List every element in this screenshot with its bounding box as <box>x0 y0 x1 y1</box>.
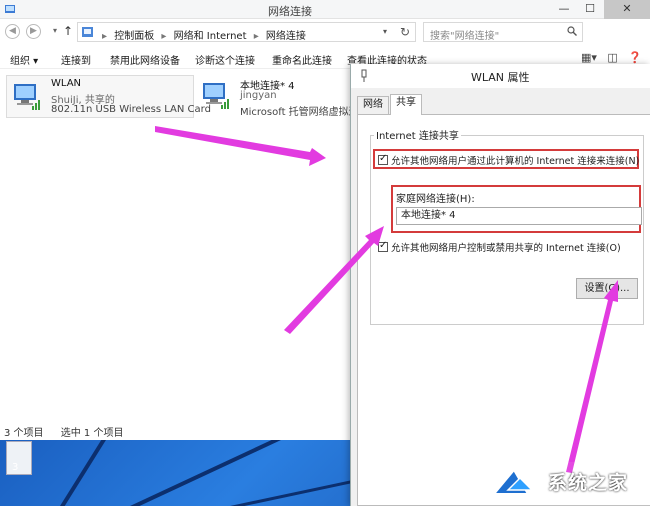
breadcrumb-separator: ▸ <box>253 31 259 42</box>
maximize-button[interactable]: ☐ <box>578 0 602 19</box>
window-title: 网络连接 <box>268 5 312 18</box>
wlan-properties-dialog: WLAN 属性 网络 共享 Internet 连接共享 允许其他网络用户通过此计… <box>350 64 650 506</box>
forward-icon[interactable]: ▶ <box>26 24 41 39</box>
dialog-title: WLAN 属性 <box>471 71 530 84</box>
allow-control-label: 允许其他网络用户控制或禁用共享的 Internet 连接(O) <box>391 243 621 254</box>
organize-menu[interactable]: 组织 ▾ <box>10 52 38 67</box>
refresh-icon[interactable]: ↻ <box>400 25 410 39</box>
wallpaper-stroke <box>60 440 159 506</box>
rename-button[interactable]: 重命名此连接 <box>272 52 332 67</box>
tab-network[interactable]: 网络 <box>357 96 389 114</box>
connection-device: 802.11n USB Wireless LAN Card <box>51 104 211 115</box>
item-count: 3 个项目 <box>4 428 44 439</box>
wallpaper-stroke <box>130 440 332 506</box>
diagnose-button[interactable]: 诊断这个连接 <box>195 52 255 67</box>
pin-icon <box>361 69 367 82</box>
wireless-adapter-icon <box>203 83 229 109</box>
connection-tile-local-4[interactable]: 本地连接* 4 jingyan Microsoft 托管网络虚拟适 <box>196 75 356 118</box>
home-network-select[interactable]: 本地连接* 4 <box>396 207 642 225</box>
view-options-icon[interactable]: ▦▾ <box>581 51 597 64</box>
status-bar: 3 个项目 选中 1 个项目 <box>4 424 137 439</box>
back-icon[interactable]: ◀ <box>5 24 20 39</box>
settings-button[interactable]: 设置(G)... <box>576 278 638 299</box>
address-dropdown-icon[interactable]: ▾ <box>383 27 387 36</box>
allow-share-checkbox[interactable]: 允许其他网络用户通过此计算机的 Internet 连接来连接(N) <box>378 153 639 167</box>
checkbox-checked-icon[interactable] <box>378 240 388 252</box>
recent-locations-chevron-icon[interactable]: ▾ <box>53 26 57 35</box>
search-placeholder: 搜索"网络连接" <box>430 31 500 42</box>
tab-sharing[interactable]: 共享 <box>390 94 422 115</box>
connect-to-button[interactable]: 连接到 <box>61 52 91 67</box>
breadcrumb-network-connections[interactable]: 网络连接 <box>266 31 306 42</box>
breadcrumb-separator: ▸ <box>102 31 108 42</box>
checkbox-checked-icon[interactable] <box>378 153 388 165</box>
control-panel-icon <box>82 27 93 37</box>
connection-device: Microsoft 托管网络虚拟适 <box>240 107 356 118</box>
home-network-label: 家庭网络连接(H): <box>396 194 475 205</box>
selected-count: 选中 1 个项目 <box>60 428 124 439</box>
allow-control-checkbox[interactable]: 允许其他网络用户控制或禁用共享的 Internet 连接(O) <box>378 240 621 254</box>
search-input[interactable]: 搜索"网络连接" <box>423 22 583 42</box>
wireless-adapter-icon <box>14 84 40 110</box>
connection-name: WLAN <box>51 78 82 89</box>
toolbar-right-icons: ▦▾ ◫ ❓ <box>581 51 642 64</box>
connection-tile-wlan[interactable]: WLAN ShuiJi, 共享的 802.11n USB Wireless LA… <box>6 75 211 118</box>
address-row: ◀ ▶ ▾ ↑ ▸ 控制面板 ▸ 网络和 Internet ▸ 网络连接 ▾ ↻… <box>0 21 650 43</box>
breadcrumb-control-panel[interactable]: 控制面板 <box>114 31 154 42</box>
breadcrumb-network-internet[interactable]: 网络和 Internet <box>174 31 247 42</box>
watermark-text: 系统之家 <box>548 472 629 494</box>
allow-share-label: 允许其他网络用户通过此计算机的 Internet 连接来连接(N) <box>391 156 640 167</box>
disable-device-button[interactable]: 禁用此网络设备 <box>110 52 180 67</box>
close-button[interactable]: ✕ <box>604 0 650 19</box>
dialog-title-bar: WLAN 属性 <box>351 64 650 88</box>
taskbar-thumbnail[interactable] <box>6 441 32 475</box>
address-bar[interactable]: ▸ 控制面板 ▸ 网络和 Internet ▸ 网络连接 ▾ ↻ <box>77 22 416 42</box>
ics-group-title: Internet 连接共享 <box>374 127 461 142</box>
sharing-panel: Internet 连接共享 允许其他网络用户通过此计算机的 Internet 连… <box>357 114 650 506</box>
search-icon <box>567 26 577 36</box>
connection-status: jingyan <box>240 90 277 101</box>
preview-pane-icon[interactable]: ◫ <box>607 51 617 64</box>
minimize-button[interactable]: — <box>552 0 576 19</box>
help-icon[interactable]: ❓ <box>628 51 642 64</box>
title-bar: 网络连接 — ☐ ✕ <box>0 0 650 19</box>
up-arrow-icon[interactable]: ↑ <box>63 24 73 38</box>
taskbar-thumbnail-number: 3 <box>12 462 19 473</box>
breadcrumb-separator: ▸ <box>161 31 167 42</box>
breadcrumb: ▸ 控制面板 ▸ 网络和 Internet ▸ 网络连接 <box>102 27 310 42</box>
